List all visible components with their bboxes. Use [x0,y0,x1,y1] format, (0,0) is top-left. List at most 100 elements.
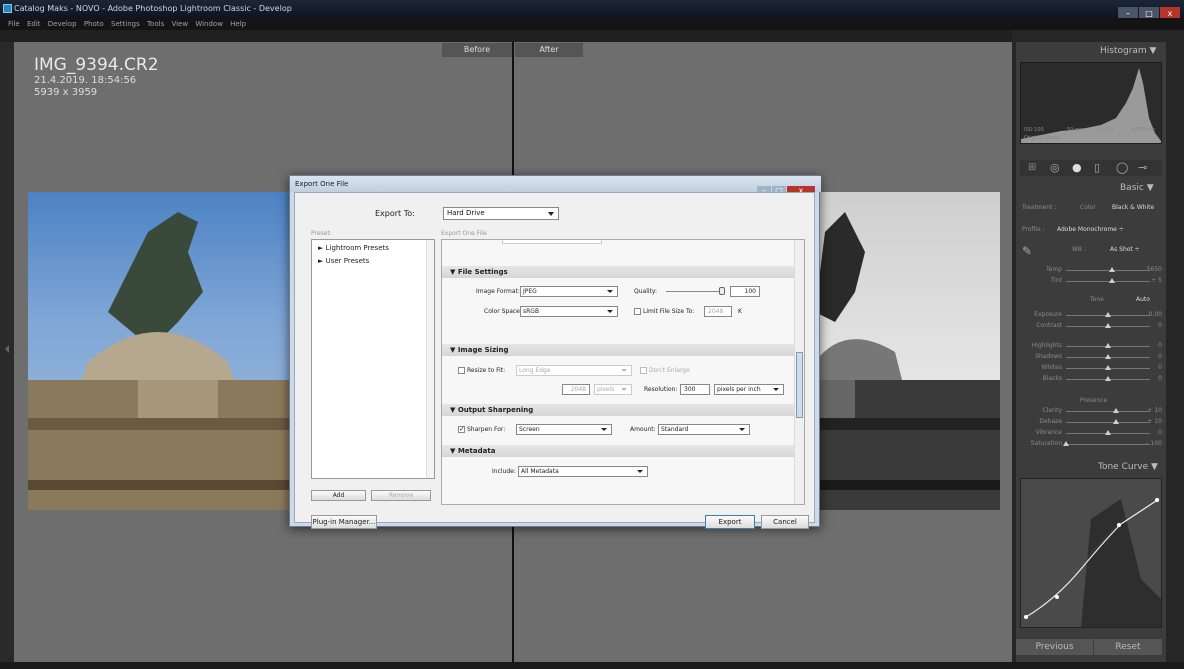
tone-slider-blacks[interactable]: Blacks 0 [1022,375,1162,383]
slider-track[interactable] [1066,281,1150,282]
output-sharpening-header[interactable]: ▼ Output Sharpening [442,404,794,416]
slider-value[interactable]: 0 [1158,353,1162,360]
slider-track[interactable] [1066,422,1150,423]
settings-scrollbar-thumb[interactable] [796,352,803,418]
resize-unit-select[interactable]: pixels [594,384,632,395]
presence-slider-dehaze[interactable]: Dehaze + 10 [1022,418,1162,426]
wb-slider-tint[interactable]: Tint + 5 [1022,277,1162,285]
slider-handle[interactable] [1105,376,1111,381]
crop-tool-icon[interactable]: ⊞ [1028,162,1036,173]
quality-slider-track[interactable] [666,291,722,292]
preset-folder-lightroom[interactable]: ► Lightroom Presets [318,244,389,252]
resolution-unit-select[interactable]: pixels per inch [714,384,784,395]
image-sizing-header[interactable]: ▼ Image Sizing [442,344,794,356]
presence-slider-vibrance[interactable]: Vibrance 0 [1022,429,1162,437]
slider-value[interactable]: 0 [1158,322,1162,329]
sharpen-for-select[interactable]: Screen [516,424,612,435]
export-settings-panel[interactable]: ▼ File Settings Image Format: JPEG Quali… [441,239,805,505]
file-settings-header[interactable]: ▼ File Settings [442,266,794,278]
histogram-header[interactable]: Histogram ▼ [1100,46,1156,56]
slider-handle[interactable] [1105,354,1111,359]
color-space-select[interactable]: sRGB [520,306,618,317]
presence-slider-saturation[interactable]: Saturation – 100 [1022,440,1162,448]
slider-value[interactable]: 0 [1158,375,1162,382]
menu-help[interactable]: Help [230,20,246,28]
preset-list[interactable]: ► Lightroom Presets ► User Presets [311,239,435,479]
slider-handle[interactable] [1105,312,1111,317]
limit-file-size-input[interactable]: 2048 [704,306,732,317]
menu-file[interactable]: File [8,20,20,28]
slider-value[interactable]: 0 [1158,342,1162,349]
slider-value[interactable]: 0 [1158,429,1162,436]
preset-list-scrollbar[interactable] [426,240,434,478]
radial-filter-icon[interactable]: ◯ [1116,161,1128,174]
limit-file-size-checkbox[interactable] [634,308,641,315]
slider-value[interactable]: 0,00 [1149,311,1162,318]
filmstrip-collapsed[interactable] [0,662,1184,669]
slider-track[interactable] [1066,270,1150,271]
slider-track[interactable] [1066,444,1150,445]
slider-handle[interactable] [1105,365,1111,370]
tone-curve-graph[interactable] [1020,478,1162,628]
slider-handle[interactable] [1109,267,1116,272]
top-panel-collapsed[interactable] [0,30,1184,42]
menu-settings[interactable]: Settings [111,20,140,28]
auto-tone-button[interactable]: Auto [1136,296,1150,303]
menu-view[interactable]: View [171,20,188,28]
slider-track[interactable] [1066,411,1150,412]
previous-button[interactable]: Previous [1016,639,1093,655]
menu-window[interactable]: Window [195,20,223,28]
slider-handle[interactable] [1113,419,1120,424]
include-metadata-select[interactable]: All Metadata [518,466,648,477]
expand-left-panel-icon[interactable] [5,345,9,353]
slider-handle[interactable] [1113,408,1120,413]
resize-size-input[interactable]: 2048 [562,384,590,395]
dont-enlarge-checkbox[interactable] [640,367,647,374]
menu-tools[interactable]: Tools [147,20,164,28]
quality-slider-handle[interactable] [719,287,725,295]
slider-value[interactable]: + 10 [1147,418,1162,425]
menu-develop[interactable]: Develop [48,20,77,28]
resize-to-fit-select[interactable]: Long Edge [516,365,632,376]
slider-value[interactable]: + 5 [1151,277,1162,284]
basic-panel-header[interactable]: Basic ▼ [1120,183,1154,193]
original-photo-toggle[interactable]: Original Photo [1024,135,1059,141]
slider-value[interactable]: – 100 [1146,440,1162,447]
wb-slider-temp[interactable]: Temp 5650 [1022,266,1162,274]
slider-handle[interactable] [1105,323,1111,328]
tone-slider-contrast[interactable]: Contrast 0 [1022,322,1162,330]
plugin-manager-button[interactable]: Plug-in Manager... [311,515,377,529]
spot-removal-icon[interactable]: ◎ [1050,161,1060,174]
menu-photo[interactable]: Photo [84,20,104,28]
tone-curve-header[interactable]: Tone Curve ▼ [1098,462,1158,472]
image-format-select[interactable]: JPEG [520,286,618,297]
slider-value[interactable]: + 10 [1147,407,1162,414]
export-to-select[interactable]: Hard Drive [443,207,559,220]
menu-edit[interactable]: Edit [27,20,41,28]
presence-slider-clarity[interactable]: Clarity + 10 [1022,407,1162,415]
wb-eyedropper-icon[interactable]: ✎ [1022,244,1032,258]
add-preset-button[interactable]: Add [311,490,366,501]
adjustment-brush-icon[interactable]: ⊸ [1138,161,1147,174]
slider-value[interactable]: 0 [1158,364,1162,371]
resolution-input[interactable]: 300 [680,384,710,395]
sharpen-for-checkbox[interactable] [458,425,465,433]
quality-input[interactable]: 100 [730,286,760,297]
remove-preset-button[interactable]: Remove [371,490,431,501]
treatment-bw-option[interactable]: Black & White [1112,204,1154,211]
metadata-header[interactable]: ▼ Metadata [442,445,794,457]
amount-select[interactable]: Standard [658,424,750,435]
wb-select[interactable]: As Shot ÷ [1110,246,1140,253]
slider-handle[interactable] [1063,441,1069,446]
graduated-filter-icon[interactable]: ▯ [1094,161,1100,174]
treatment-color-option[interactable]: Color [1080,204,1096,211]
slider-value[interactable]: 5650 [1147,266,1162,273]
settings-scrollbar[interactable] [794,240,804,504]
profile-select[interactable]: Adobe Monochrome ÷ [1057,226,1124,233]
red-eye-icon[interactable]: ● [1072,161,1082,174]
histogram[interactable]: ISO 100 50 mm ƒ / 2,8 1/500 sec Original… [1020,62,1162,144]
tone-slider-exposure[interactable]: Exposure 0,00 [1022,311,1162,319]
slider-handle[interactable] [1105,430,1111,435]
tone-slider-whites[interactable]: Whites 0 [1022,364,1162,372]
reset-button[interactable]: Reset [1094,639,1162,655]
